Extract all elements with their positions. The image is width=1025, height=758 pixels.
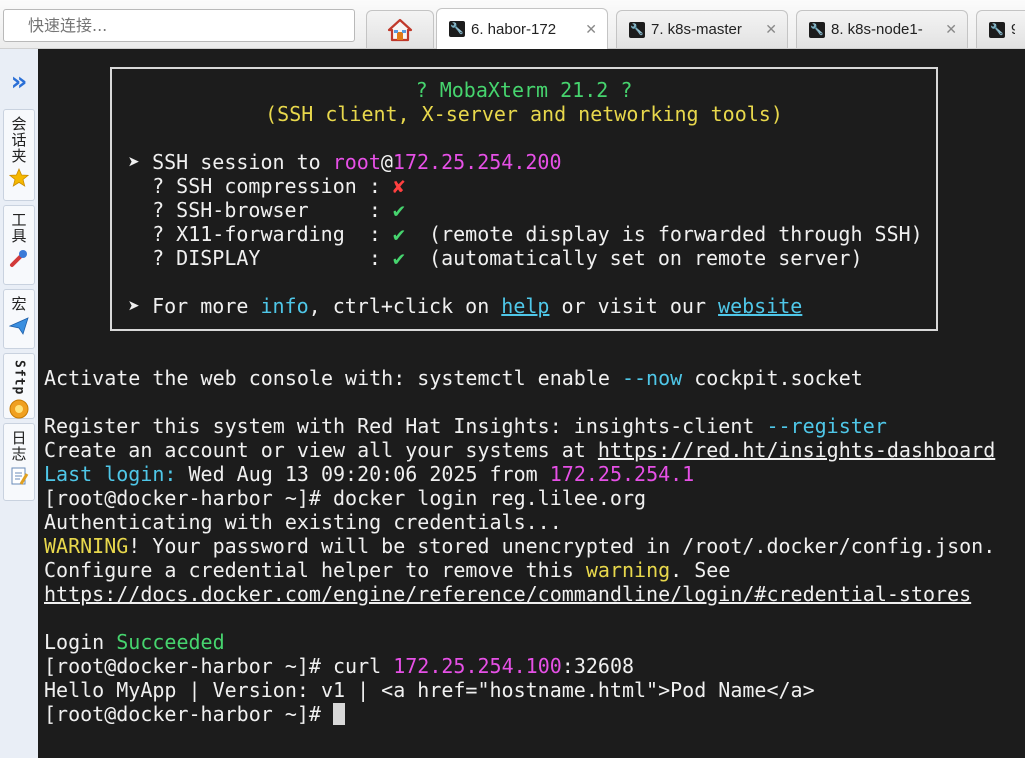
sidebar-item-log[interactable]: 日志	[3, 423, 35, 501]
check-icon: ✔	[392, 198, 405, 222]
terminal-area[interactable]: ? MobaXterm 21.2 ? (SSH client, X-server…	[38, 49, 1025, 758]
terminal-line-warning: WARNING! Your password will be stored un…	[44, 534, 996, 558]
sidebar-item-label: 日志	[9, 430, 28, 462]
sidebar-item-label: 宏	[9, 296, 28, 312]
log-icon	[9, 466, 29, 486]
ssh-key-icon: 🔧	[989, 21, 1005, 38]
feature-x11-forwarding: ? X11-forwarding : ✔ (remote display is …	[128, 222, 923, 246]
terminal-line-current-prompt[interactable]: [root@docker-harbor ~]#	[44, 702, 345, 726]
session-user: root	[332, 150, 381, 174]
feature-ssh-compression: ? SSH compression : ✘	[128, 174, 405, 198]
terminal-line-last-login: Last login: Wed Aug 13 09:20:06 2025 fro…	[44, 462, 695, 486]
home-icon	[387, 18, 413, 41]
home-tab[interactable]	[366, 10, 434, 48]
sidebar-toggle-icon[interactable]: »	[0, 59, 38, 105]
tab-label: 8. k8s-node1-	[831, 21, 923, 38]
sidebar-item-macros[interactable]: 宏	[3, 289, 35, 349]
ssh-key-icon: 🔧	[809, 21, 825, 38]
terminal-line-curl-output: Hello MyApp | Version: v1 | <a href="hos…	[44, 678, 815, 702]
banner-more-line: ➤ For more info, ctrl+click on help or v…	[128, 294, 803, 318]
tab-label: 7. k8s-master	[651, 21, 742, 38]
shell-prompt: [root@docker-harbor ~]#	[44, 486, 333, 510]
terminal-line-configure: Configure a credential helper to remove …	[44, 558, 731, 582]
docker-docs-link[interactable]: https://docs.docker.com/engine/reference…	[44, 582, 971, 606]
terminal-line-login-result: Login Succeeded	[44, 630, 225, 654]
tab-session-8[interactable]: 🔧 8. k8s-node1- ✕	[796, 10, 968, 48]
macro-icon	[9, 316, 29, 336]
close-icon[interactable]: ✕	[585, 21, 597, 38]
help-link[interactable]: help	[501, 294, 549, 318]
sftp-icon	[9, 399, 29, 419]
terminal-line-account: Create an account or view all your syste…	[44, 438, 996, 462]
sidebar-item-label: Sftp	[11, 360, 27, 396]
session-host: 172.25.254.200	[392, 150, 562, 174]
terminal-line-activate: Activate the web console with: systemctl…	[44, 366, 863, 390]
tab-session-7[interactable]: 🔧 7. k8s-master ✕	[616, 10, 788, 48]
terminal-line-register: Register this system with Red Hat Insigh…	[44, 414, 887, 438]
ssh-key-icon: 🔧	[629, 21, 645, 38]
tab-session-6[interactable]: 🔧 6. habor-172 ✕	[436, 8, 608, 49]
check-icon: ✔	[392, 246, 405, 270]
tab-label: 6. habor-172	[471, 20, 557, 38]
insights-dashboard-link[interactable]: https://red.ht/insights-dashboard	[598, 438, 995, 462]
sidebar-item-tools[interactable]: 工具	[3, 205, 35, 285]
sidebar: » 会话夹 工具 宏 Sftp 日志	[0, 49, 39, 758]
sidebar-item-label: 工具	[9, 212, 28, 244]
ssh-key-icon: 🔧	[449, 21, 465, 37]
shell-prompt: [root@docker-harbor ~]#	[44, 654, 333, 678]
top-bar: 🔧 6. habor-172 ✕ 🔧 7. k8s-master ✕ 🔧 8. …	[0, 0, 1025, 49]
arrow-icon: ➤	[128, 294, 141, 318]
cross-icon: ✘	[392, 174, 405, 198]
tools-icon	[9, 248, 29, 268]
sidebar-item-sftp[interactable]: Sftp	[3, 353, 35, 419]
shell-prompt: [root@docker-harbor ~]#	[44, 702, 333, 726]
terminal-line-cmd-curl: [root@docker-harbor ~]# curl 172.25.254.…	[44, 654, 635, 678]
quick-connect-input[interactable]	[3, 9, 355, 42]
banner-title: ? MobaXterm 21.2 ?	[415, 78, 633, 102]
banner-session-line: ➤ SSH session to root@172.25.254.200	[128, 150, 562, 174]
star-icon	[9, 168, 29, 188]
sidebar-item-label: 会话夹	[9, 116, 28, 164]
terminal-line-auth: Authenticating with existing credentials…	[44, 510, 562, 534]
check-icon: ✔	[392, 222, 405, 246]
tab-session-9[interactable]: 🔧 9	[976, 10, 1025, 48]
feature-display: ? DISPLAY : ✔ (automatically set on remo…	[128, 246, 863, 270]
terminal-line-cmd-login: [root@docker-harbor ~]# docker login reg…	[44, 486, 647, 510]
website-link[interactable]: website	[718, 294, 802, 318]
sidebar-item-sessions[interactable]: 会话夹	[3, 109, 35, 201]
tab-label: 9	[1011, 21, 1015, 38]
banner-subtitle: (SSH client, X-server and networking too…	[265, 102, 783, 126]
info-text: info	[260, 294, 309, 318]
feature-ssh-browser: ? SSH-browser : ✔	[128, 198, 405, 222]
arrow-icon: ➤	[128, 150, 141, 174]
close-icon[interactable]: ✕	[945, 21, 957, 38]
text-cursor	[332, 703, 345, 725]
close-icon[interactable]: ✕	[765, 21, 777, 38]
